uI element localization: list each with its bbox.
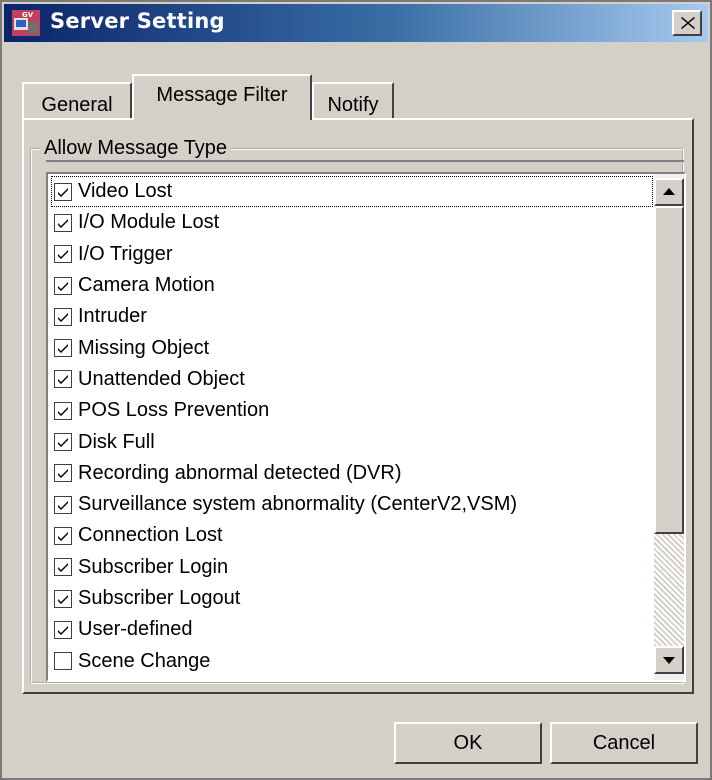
checkbox[interactable] — [54, 339, 72, 358]
message-type-rows: Video Lost I/O Module Lost I/O Trigger Came… — [51, 176, 653, 677]
checkbox[interactable] — [54, 589, 72, 608]
checkbox[interactable] — [54, 620, 72, 639]
list-item[interactable]: Subscriber Logout — [52, 583, 652, 614]
checkbox[interactable] — [54, 652, 72, 671]
checkmark-icon — [58, 250, 68, 260]
svg-text:GV: GV — [22, 11, 34, 19]
checkbox[interactable] — [54, 526, 72, 545]
list-item-label: Subscriber Login — [78, 555, 229, 578]
checkbox[interactable] — [54, 182, 72, 201]
arrow-up-icon — [663, 188, 675, 195]
list-item[interactable]: Surveillance system abnormality (CenterV… — [52, 489, 652, 520]
arrow-down-icon — [663, 657, 675, 664]
list-item-label: Subscriber Logout — [78, 587, 241, 609]
list-item[interactable]: POS Loss Prevention — [52, 395, 652, 426]
checkmark-icon — [58, 312, 68, 322]
checkbox[interactable] — [54, 558, 72, 577]
list-item[interactable]: Recording abnormal detected (DVR) — [52, 458, 652, 489]
scroll-up-button[interactable] — [654, 178, 684, 206]
list-item[interactable]: Video Lost — [52, 176, 652, 207]
list-item-label: Connection Lost — [78, 524, 223, 547]
close-button[interactable] — [672, 10, 702, 36]
checkbox[interactable] — [54, 433, 72, 452]
checkbox[interactable] — [54, 370, 72, 389]
checkmark-icon — [58, 281, 68, 291]
list-item[interactable]: Disk Full — [52, 426, 652, 457]
list-item-label: I/O Trigger — [78, 242, 173, 265]
checkbox[interactable] — [54, 307, 72, 326]
tab-message-filter[interactable]: Message Filter — [132, 74, 312, 120]
window-title: Server Setting — [50, 9, 225, 33]
title-bar[interactable]: GV Server Setting — [4, 4, 708, 42]
ok-button[interactable]: OK — [394, 722, 542, 764]
checkmark-icon — [58, 218, 68, 228]
list-item-label: Video Lost — [78, 180, 173, 203]
list-item[interactable]: I/O Trigger — [52, 239, 652, 270]
list-item[interactable]: Missing Object — [52, 332, 652, 363]
checkbox[interactable] — [54, 213, 72, 232]
checkmark-icon — [58, 594, 68, 604]
list-item[interactable]: Unattended Object — [52, 364, 652, 395]
list-item[interactable]: Camera Motion — [52, 270, 652, 301]
checkmark-icon — [58, 563, 68, 573]
list-item-label: Unattended Object — [78, 367, 245, 390]
scroll-thumb[interactable] — [654, 206, 684, 534]
checkbox[interactable] — [54, 401, 72, 420]
list-item-label: Disk Full — [78, 430, 155, 453]
cancel-button[interactable]: Cancel — [550, 722, 698, 764]
server-setting-dialog: GV Server Setting General Message Filter… — [0, 0, 712, 780]
list-item-label: User-defined — [78, 618, 193, 641]
vertical-scrollbar[interactable] — [654, 174, 684, 680]
checkmark-icon — [58, 438, 68, 448]
checkbox[interactable] — [54, 495, 72, 514]
list-item-label: Recording abnormal detected (DVR) — [78, 461, 402, 484]
checkbox[interactable] — [54, 245, 72, 264]
group-legend: Allow Message Type — [40, 137, 232, 160]
checkmark-icon — [58, 406, 68, 416]
message-type-list[interactable]: Video Lost I/O Module Lost I/O Trigger Came… — [46, 172, 686, 682]
checkmark-icon — [58, 625, 68, 635]
checkmark-icon — [58, 531, 68, 541]
checkmark-icon — [58, 187, 68, 197]
checkmark-icon — [58, 344, 68, 354]
list-item[interactable]: Intruder — [52, 301, 652, 332]
tab-general[interactable]: General — [22, 82, 132, 118]
list-item-label: POS Loss Prevention — [78, 399, 270, 422]
list-item[interactable]: I/O Module Lost — [52, 207, 652, 238]
list-item[interactable]: Connection Lost — [52, 520, 652, 551]
close-icon — [681, 17, 695, 29]
list-item[interactable]: Subscriber Login — [52, 552, 652, 583]
list-item-label: Camera Motion — [78, 274, 215, 297]
list-item-label: Scene Change — [78, 649, 211, 672]
checkmark-icon — [58, 375, 68, 385]
checkbox[interactable] — [54, 276, 72, 295]
scroll-down-button[interactable] — [654, 646, 684, 674]
app-icon: GV — [12, 10, 40, 36]
list-item-label: Missing Object — [78, 336, 210, 359]
checkbox[interactable] — [54, 464, 72, 483]
list-item-label: Surveillance system abnormality (CenterV… — [78, 493, 518, 516]
list-item-label: I/O Module Lost — [78, 211, 220, 234]
list-item[interactable]: Scene Change — [52, 645, 652, 676]
checkmark-icon — [58, 500, 68, 510]
checkmark-icon — [58, 469, 68, 479]
list-item-label: Intruder — [78, 305, 147, 328]
list-item[interactable]: User-defined — [52, 614, 652, 645]
tab-notify[interactable]: Notify — [312, 82, 394, 118]
scroll-track[interactable] — [654, 534, 684, 646]
